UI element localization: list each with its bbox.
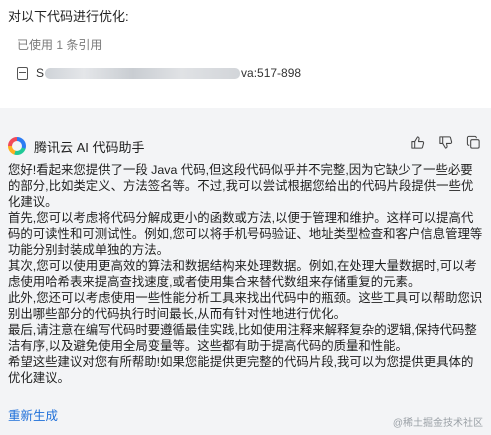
answer-body: 您好!看起来您提供了一段 Java 代码,但这段代码似乎并不完整,因为它缺少了一…: [8, 162, 484, 386]
reference-summary[interactable]: 已使用 1 条引用: [17, 36, 102, 53]
thumbs-down-icon: [438, 135, 452, 149]
reference-prefix: S: [36, 66, 45, 80]
reference-suffix: va:517-898: [241, 66, 302, 80]
copy-button[interactable]: [465, 132, 481, 152]
user-prompt: 对以下代码进行优化:: [8, 9, 129, 24]
assistant-answer-card: 腾讯云 AI 代码助手 您好!看起来您提供了一段 Java 代码,但这段代码似乎…: [0, 118, 491, 435]
assistant-header: 腾讯云 AI 代码助手: [8, 136, 145, 156]
watermark: @稀土掘金技术社区: [393, 414, 483, 429]
regenerate-button[interactable]: 重新生成: [8, 405, 58, 424]
answer-paragraph: 此外,您还可以考虑使用一些性能分析工具来找出代码中的瓶颈。这些工具可以帮助您识别…: [8, 291, 483, 321]
answer-paragraph: 首先,您可以考虑将代码分解成更小的函数或方法,以便于管理和维护。这样可以提高代码…: [8, 211, 483, 257]
redacted-path: [45, 67, 241, 79]
tencent-cloud-logo-icon: [8, 137, 26, 155]
copy-icon: [466, 135, 480, 149]
answer-paragraph: 其次,您可以使用更高效的算法和数据结构来处理数据。例如,在处理大量数据时,可以考…: [8, 259, 477, 289]
feedback-actions: [409, 132, 481, 152]
watermark-text: @稀土掘金技术社区: [392, 418, 483, 429]
answer-paragraph: 最后,请注意在编写代码时要遵循最佳实践,比如使用注释来解释复杂的逻辑,保持代码整…: [8, 323, 477, 353]
answer-paragraph: 您好!看起来您提供了一段 Java 代码,但这段代码似乎并不完整,因为它缺少了一…: [8, 163, 474, 209]
file-icon: [17, 66, 28, 80]
thumbs-up-icon: [410, 135, 424, 149]
thumbs-up-button[interactable]: [409, 132, 425, 152]
assistant-name: 腾讯云 AI 代码助手: [34, 139, 145, 155]
reference-item[interactable]: S va:517-898: [17, 60, 337, 86]
answer-paragraph: 希望这些建议对您有所帮助!如果您能提供更完整的代码片段,我可以为您提供更具体的优…: [8, 355, 474, 385]
user-message-card: 对以下代码进行优化: 已使用 1 条引用 S va:517-898: [0, 0, 491, 108]
thumbs-down-button[interactable]: [437, 132, 453, 152]
